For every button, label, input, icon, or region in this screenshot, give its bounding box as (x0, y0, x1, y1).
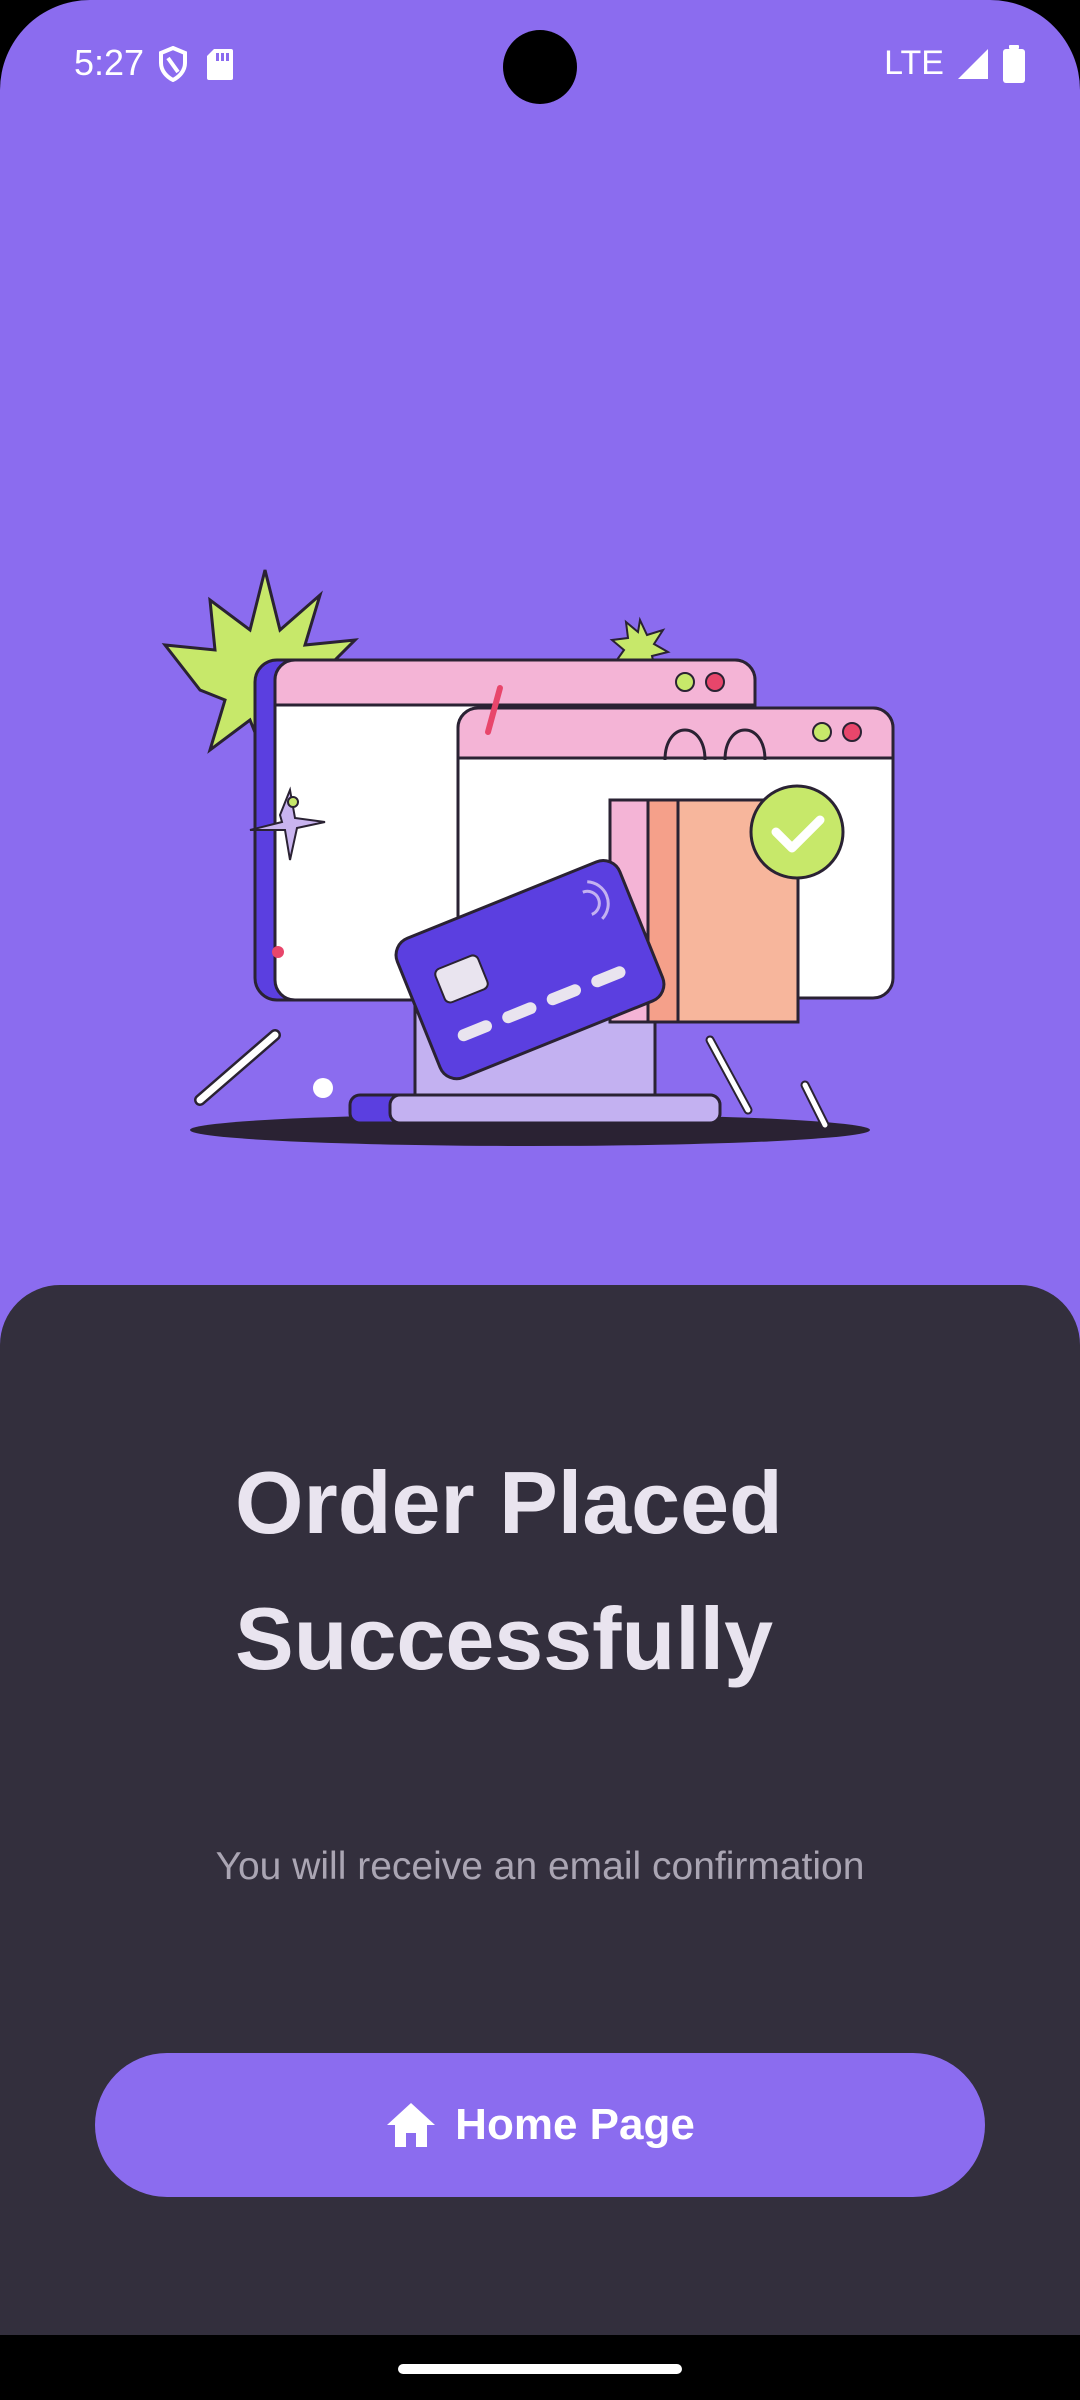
battery-icon (1003, 44, 1025, 83)
check-badge-icon (749, 784, 845, 880)
gesture-handle[interactable] (398, 2364, 682, 2374)
page-title: Order Placed Successfully (235, 1435, 935, 1707)
signal-icon (958, 48, 988, 79)
sd-card-icon (207, 49, 233, 80)
confirmation-subtitle: You will receive an email confirmation (215, 1845, 865, 1888)
title-line-2: Successfully (235, 1589, 774, 1688)
title-line-1: Order Placed (235, 1453, 783, 1552)
order-success-illustration (161, 569, 895, 1146)
camera-cutout (503, 30, 577, 104)
network-type: LTE (884, 44, 944, 82)
home-button-label: Home Page (455, 2100, 695, 2149)
confirmation-sheet: Order Placed Successfully You will recei… (0, 1285, 1080, 2335)
shield-icon (159, 46, 187, 82)
status-bar: 5:27 LTE (0, 0, 1080, 130)
home-icon (387, 2103, 436, 2147)
home-page-button[interactable]: Home Page (95, 2053, 985, 2197)
status-time: 5:27 (74, 42, 145, 83)
status-left-icons (158, 46, 234, 82)
screen: 5:27 LTE Order Placed Successfully You w… (0, 0, 1080, 2400)
status-right: LTE (884, 44, 1026, 83)
